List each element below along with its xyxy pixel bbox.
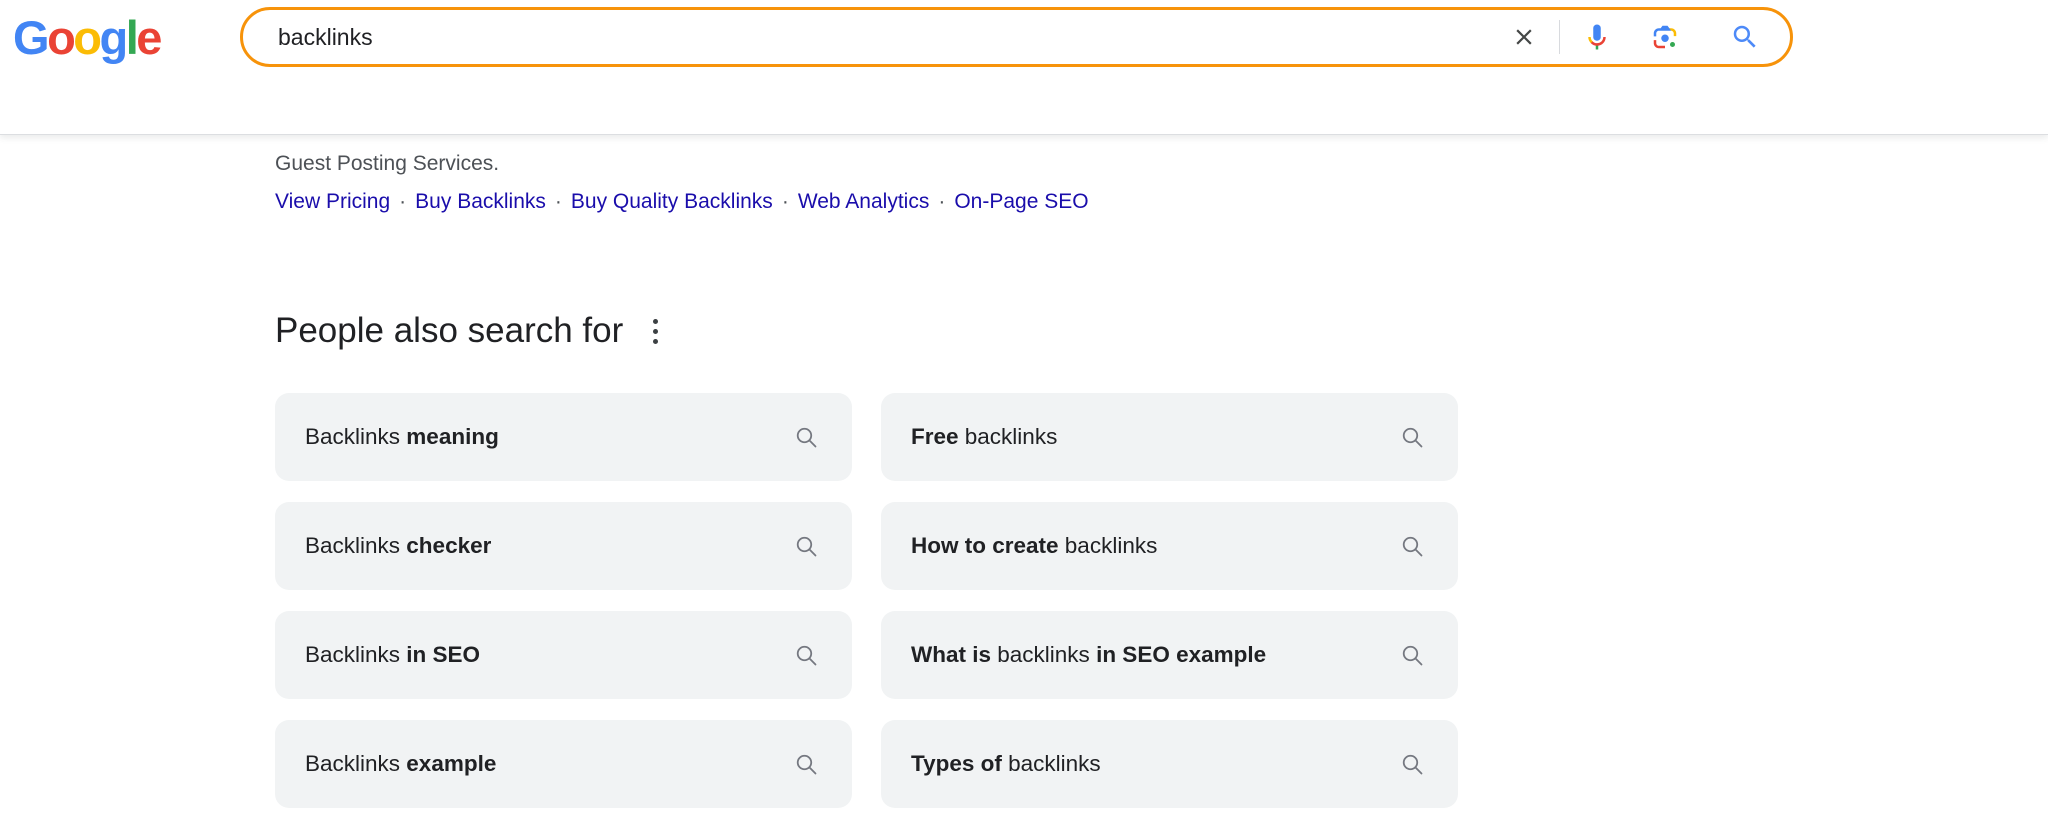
chip-label: Backlinks in SEO	[305, 642, 480, 668]
related-search-chip[interactable]: Free backlinks	[881, 393, 1458, 481]
logo-letter: o	[73, 11, 102, 64]
sitelink-separator: ·	[399, 190, 407, 213]
search-header: Google	[0, 0, 2048, 135]
logo-letter: l	[125, 11, 139, 64]
search-input[interactable]	[278, 23, 1511, 51]
chip-label-part: How to create	[911, 533, 1059, 558]
chip-label-part: checker	[406, 533, 492, 558]
chips-grid: Backlinks meaning Free backlinks Backlin…	[275, 393, 2048, 808]
chip-label-part: Backlinks	[305, 642, 407, 667]
image-search-button[interactable]	[1650, 22, 1680, 52]
search-box[interactable]	[240, 7, 1793, 67]
chip-label: Backlinks checker	[305, 533, 491, 559]
related-search-chip[interactable]: Types of backlinks	[881, 720, 1458, 808]
three-dot-menu-icon[interactable]	[645, 314, 666, 349]
clear-search-button[interactable]	[1511, 24, 1537, 50]
google-lens-icon	[1650, 22, 1680, 52]
sitelink[interactable]: On-Page SEO	[954, 190, 1088, 213]
gray-magnifier-icon	[1387, 533, 1426, 560]
sitelink-separator: ·	[554, 190, 562, 213]
sitelink[interactable]: Web Analytics	[798, 190, 930, 213]
sitelink-separator: ·	[938, 190, 946, 213]
people-also-search-header: People also search for	[275, 311, 2048, 351]
chip-label-part: in SEO	[406, 642, 481, 667]
gray-magnifier-icon	[1387, 642, 1426, 669]
chip-label: Backlinks meaning	[305, 424, 499, 450]
chip-label-part: Backlinks	[305, 751, 407, 776]
chip-label-part: meaning	[406, 424, 499, 449]
chip-label: What is backlinks in SEO example	[911, 642, 1266, 668]
chip-label-part: backlinks	[991, 642, 1097, 667]
chip-label: Types of backlinks	[911, 751, 1101, 777]
people-also-search-title: People also search for	[275, 311, 624, 350]
logo-letter: e	[136, 11, 162, 64]
gray-magnifier-icon	[781, 642, 820, 669]
chip-label-part: Backlinks	[305, 424, 407, 449]
search-divider	[1559, 20, 1560, 54]
sitelink[interactable]: View Pricing	[275, 190, 390, 213]
sitelink-separator: ·	[781, 190, 789, 213]
chip-label-part: Types of	[911, 751, 1002, 776]
logo-letter: o	[47, 11, 76, 64]
chip-label: How to create backlinks	[911, 533, 1157, 559]
search-submit-button[interactable]	[1730, 22, 1760, 52]
related-search-chip[interactable]: Backlinks checker	[275, 502, 852, 590]
results-area: Guest Posting Services. View Pricing · Buy…	[0, 151, 2048, 808]
chip-label-part: Free	[911, 424, 959, 449]
blue-magnifier-icon	[1730, 22, 1760, 52]
gray-magnifier-icon	[1387, 751, 1426, 778]
voice-search-button[interactable]	[1582, 22, 1612, 52]
chip-label: Backlinks example	[305, 751, 496, 777]
google-logo[interactable]: Google	[13, 8, 162, 68]
related-search-chip[interactable]: Backlinks example	[275, 720, 852, 808]
sitelink[interactable]: Buy Quality Backlinks	[571, 190, 773, 213]
logo-letter: G	[13, 11, 50, 64]
chip-label-part: example	[406, 751, 497, 776]
chip-label-part: What is	[911, 642, 992, 667]
logo-letter: g	[99, 11, 129, 64]
related-search-chip[interactable]: Backlinks meaning	[275, 393, 852, 481]
related-search-chip[interactable]: How to create backlinks	[881, 502, 1458, 590]
x-clear-icon	[1511, 24, 1537, 50]
gray-magnifier-icon	[781, 424, 820, 451]
chip-label: Free backlinks	[911, 424, 1057, 450]
related-search-chip[interactable]: Backlinks in SEO	[275, 611, 852, 699]
chip-label-part: Backlinks	[305, 533, 407, 558]
search-controls	[1511, 20, 1760, 54]
chip-label-part: in SEO example	[1096, 642, 1267, 667]
sitelinks: View Pricing · Buy Backlinks · Buy Quality B…	[275, 188, 2048, 215]
gray-magnifier-icon	[781, 533, 820, 560]
gray-magnifier-icon	[781, 751, 820, 778]
google-mic-icon	[1582, 22, 1612, 52]
chip-label-part: backlinks	[958, 424, 1058, 449]
result-snippet: Guest Posting Services.	[275, 152, 500, 175]
related-search-chip[interactable]: What is backlinks in SEO example	[881, 611, 1458, 699]
gray-magnifier-icon	[1387, 424, 1426, 451]
sitelink[interactable]: Buy Backlinks	[415, 190, 546, 213]
chip-label-part: backlinks	[1001, 751, 1101, 776]
chip-label-part: backlinks	[1058, 533, 1158, 558]
